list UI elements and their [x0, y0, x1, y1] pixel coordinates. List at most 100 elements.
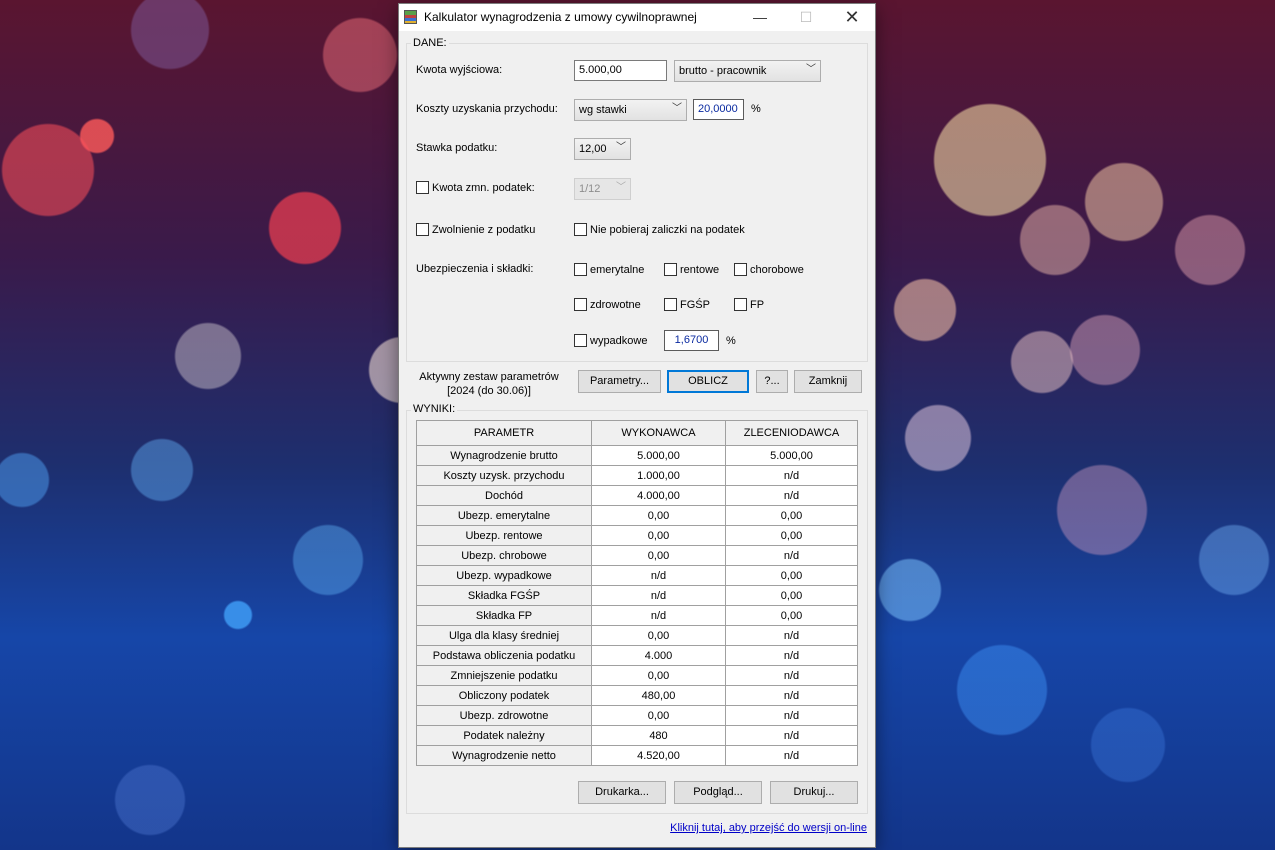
row-parametr-cell: Ulga dla klasy średniej	[416, 625, 592, 646]
table-row: Ubezp. wypadkowe n/d 0,00	[416, 565, 858, 586]
koszty-label: Koszty uzyskania przychodu:	[416, 103, 558, 115]
podglad-button[interactable]: Podgląd...	[674, 781, 762, 804]
calculator-app-icon	[404, 10, 417, 24]
wypadkowe-rate-input[interactable]: 1,6700	[664, 330, 719, 351]
koszty-mode-select[interactable]: wg stawki ﹀	[574, 99, 687, 121]
header-zleceniodawca: ZLECENIODAWCA	[725, 420, 858, 446]
row-wykonawca-cell: n/d	[591, 605, 726, 626]
emerytalne-label: emerytalne	[590, 264, 645, 276]
row-zleceniodawca-cell: 0,00	[725, 565, 858, 586]
row-wykonawca-cell: n/d	[591, 585, 726, 606]
row-wykonawca-cell: 0,00	[591, 525, 726, 546]
row-zleceniodawca-cell: 0,00	[725, 585, 858, 606]
minimize-icon: —	[753, 9, 767, 25]
row-zleceniodawca-cell: n/d	[725, 705, 858, 726]
row-wykonawca-cell: 0,00	[591, 705, 726, 726]
minimize-button[interactable]: —	[737, 4, 783, 31]
table-row: Podstawa obliczenia podatku 4.000 n/d	[416, 645, 858, 666]
row-wykonawca-cell: 480,00	[591, 685, 726, 706]
table-row: Ubezp. zdrowotne 0,00 n/d	[416, 705, 858, 726]
online-version-link[interactable]: Kliknij tutaj, aby przejść do wersji on-…	[670, 822, 867, 834]
row-zleceniodawca-cell: 0,00	[725, 605, 858, 626]
kwota-zmn-checkbox[interactable]	[416, 181, 429, 194]
kwota-label: Kwota wyjściowa:	[416, 64, 503, 76]
help-button[interactable]: ?...	[756, 370, 788, 393]
zdrowotne-label: zdrowotne	[590, 299, 641, 311]
fgsp-label: FGŚP	[680, 299, 710, 311]
table-row: Dochód 4.000,00 n/d	[416, 485, 858, 506]
row-wykonawca-cell: 4.520,00	[591, 745, 726, 766]
row-wykonawca-cell: 0,00	[591, 665, 726, 686]
row-zleceniodawca-cell: n/d	[725, 725, 858, 746]
row-zleceniodawca-cell: n/d	[725, 625, 858, 646]
row-parametr-cell: Obliczony podatek	[416, 685, 592, 706]
table-row: Podatek należny 480 n/d	[416, 725, 858, 746]
fgsp-checkbox[interactable]	[664, 298, 677, 311]
rentowe-label: rentowe	[680, 264, 720, 276]
wypadkowe-percent-label: %	[726, 335, 736, 347]
row-wykonawca-cell: 0,00	[591, 505, 726, 526]
nie-pobieraj-label: Nie pobieraj zaliczki na podatek	[590, 224, 745, 236]
rentowe-checkbox[interactable]	[664, 263, 677, 276]
row-parametr-cell: Ubezp. wypadkowe	[416, 565, 592, 586]
table-row: Ulga dla klasy średniej 0,00 n/d	[416, 625, 858, 646]
nie-pobieraj-checkbox[interactable]	[574, 223, 587, 236]
kwota-type-value: brutto - pracownik	[679, 65, 767, 77]
table-row: Ubezp. chrobowe 0,00 n/d	[416, 545, 858, 566]
chevron-down-icon: ﹀	[672, 103, 682, 114]
zamknij-button[interactable]: Zamknij	[794, 370, 862, 393]
chorobowe-checkbox[interactable]	[734, 263, 747, 276]
oblicz-button[interactable]: OBLICZ	[667, 370, 749, 393]
fp-label: FP	[750, 299, 765, 311]
zdrowotne-checkbox[interactable]	[574, 298, 587, 311]
drukarka-button[interactable]: Drukarka...	[578, 781, 666, 804]
ubezp-label: Ubezpieczenia i składki:	[416, 263, 534, 275]
zwolnienie-checkbox[interactable]	[416, 223, 429, 236]
stawka-value: 12,00	[579, 143, 607, 155]
table-row: Ubezp. emerytalne 0,00 0,00	[416, 505, 858, 526]
table-row: Ubezp. rentowe 0,00 0,00	[416, 525, 858, 546]
dane-group-label: DANE:	[411, 37, 449, 49]
fp-checkbox[interactable]	[734, 298, 747, 311]
row-wykonawca-cell: 1.000,00	[591, 465, 726, 486]
row-zleceniodawca-cell: n/d	[725, 745, 858, 766]
title-bar[interactable]: Kalkulator wynagrodzenia z umowy cywilno…	[399, 4, 875, 31]
chevron-down-icon: ﹀	[616, 142, 626, 153]
kwota-zmn-value: 1/12	[579, 183, 601, 195]
maximize-button: ☐	[783, 4, 829, 31]
kwota-type-select[interactable]: brutto - pracownik ﹀	[674, 60, 821, 82]
close-icon: ✕	[844, 7, 860, 27]
koszty-rate-input[interactable]: 20,0000	[693, 99, 744, 120]
row-wykonawca-cell: 0,00	[591, 625, 726, 646]
row-parametr-cell: Zmniejszenie podatku	[416, 665, 592, 686]
kwota-input[interactable]: 5.000,00	[574, 60, 667, 81]
parametry-button[interactable]: Parametry...	[578, 370, 661, 393]
row-parametr-cell: Koszty uzysk. przychodu	[416, 465, 592, 486]
active-set-line2: [2024 (do 30.06)]	[447, 385, 531, 397]
table-row: Składka FP n/d 0,00	[416, 605, 858, 626]
header-wykonawca: WYKONAWCA	[591, 420, 726, 446]
row-wykonawca-cell: 5.000,00	[591, 445, 726, 466]
kwota-zmn-select: 1/12 ﹀	[574, 178, 631, 200]
wypadkowe-label: wypadkowe	[590, 335, 648, 347]
table-row: Koszty uzysk. przychodu 1.000,00 n/d	[416, 465, 858, 486]
wypadkowe-checkbox[interactable]	[574, 334, 587, 347]
row-wykonawca-cell: 480	[591, 725, 726, 746]
header-parametr: PARAMETR	[416, 420, 592, 446]
results-header-row: PARAMETR WYKONAWCA ZLECENIODAWCA	[416, 420, 858, 446]
row-parametr-cell: Ubezp. chrobowe	[416, 545, 592, 566]
stawka-select[interactable]: 12,00 ﹀	[574, 138, 631, 160]
row-zleceniodawca-cell: n/d	[725, 665, 858, 686]
wyniki-group-label: WYNIKI:	[411, 403, 458, 415]
row-wykonawca-cell: n/d	[591, 565, 726, 586]
emerytalne-checkbox[interactable]	[574, 263, 587, 276]
row-wykonawca-cell: 4.000,00	[591, 485, 726, 506]
drukuj-button[interactable]: Drukuj...	[770, 781, 858, 804]
kwota-zmn-label: Kwota zmn. podatek:	[432, 182, 535, 194]
row-zleceniodawca-cell: n/d	[725, 645, 858, 666]
dane-group	[406, 43, 868, 362]
close-button[interactable]: ✕	[829, 4, 875, 31]
row-parametr-cell: Ubezp. emerytalne	[416, 505, 592, 526]
table-row: Składka FGŚP n/d 0,00	[416, 585, 858, 606]
row-zleceniodawca-cell: n/d	[725, 545, 858, 566]
